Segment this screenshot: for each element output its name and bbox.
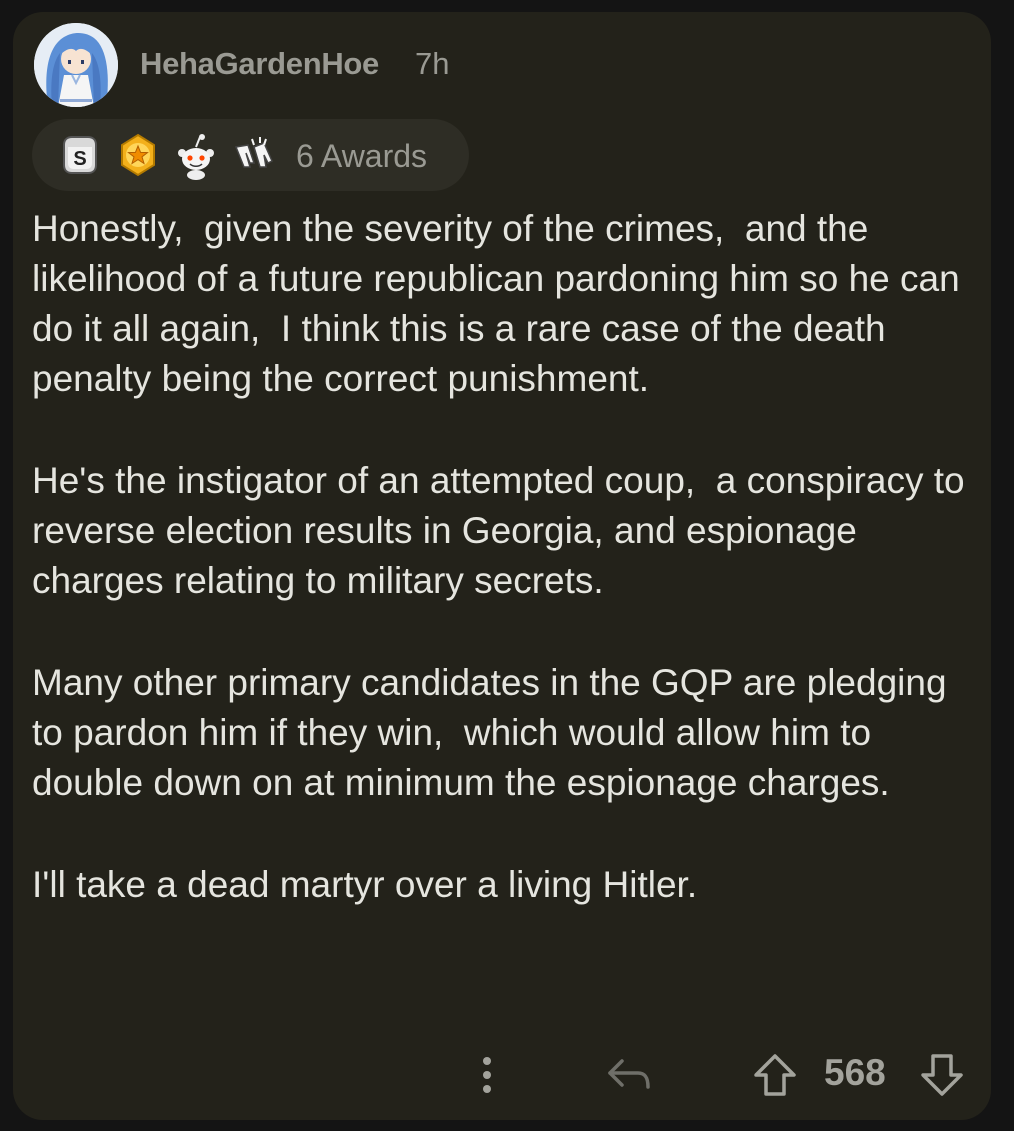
downvote-button[interactable]	[916, 1048, 968, 1102]
vote-score: 568	[824, 1052, 886, 1093]
comment-body: Honestly, given the severity of the crim…	[32, 204, 982, 962]
gold-star-award-icon	[116, 133, 160, 177]
username[interactable]: HehaGardenHoe	[140, 46, 379, 82]
downvote-arrow-icon	[921, 1054, 963, 1096]
reply-button[interactable]	[603, 1050, 655, 1100]
comment-paragraph: Honestly, given the severity of the crim…	[32, 208, 970, 399]
comment-paragraph: He's the instigator of an attempted coup…	[32, 460, 975, 601]
comment-card: HehaGardenHoe 7h S 6 Awards Honestly, gi…	[13, 12, 991, 1120]
comment-paragraph: Many other primary candidates in the GQP…	[32, 662, 957, 803]
avatar[interactable]	[34, 23, 118, 107]
awards-bar[interactable]: S 6 Awards	[32, 119, 469, 191]
upvote-button[interactable]	[749, 1048, 801, 1102]
awards-count: 6 Awards	[296, 138, 428, 174]
more-vertical-icon	[483, 1057, 491, 1093]
reply-icon	[608, 1059, 650, 1089]
hands-award-icon	[232, 133, 276, 177]
more-options-button[interactable]	[465, 1050, 509, 1100]
snoo-award-icon	[172, 133, 216, 180]
svg-text:S: S	[73, 148, 86, 170]
comment-paragraph: I'll take a dead martyr over a living Hi…	[32, 864, 698, 905]
upvote-arrow-icon	[754, 1054, 796, 1096]
timestamp: 7h	[415, 46, 450, 81]
silver-s-award-icon: S	[58, 133, 102, 177]
